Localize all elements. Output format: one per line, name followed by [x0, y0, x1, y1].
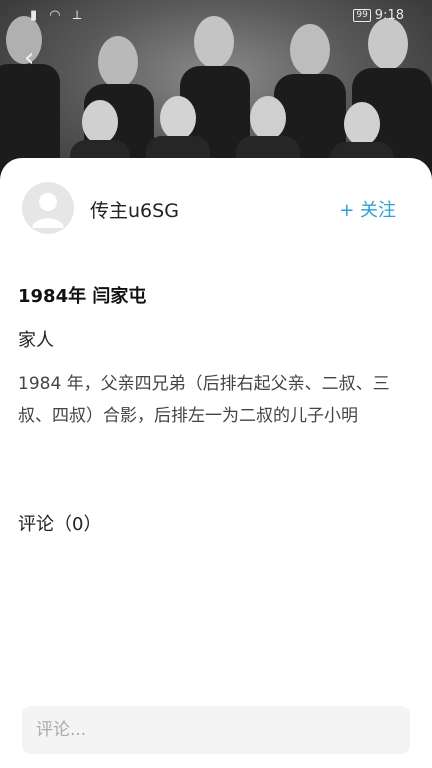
status-icons-right: 99 9:18 — [353, 8, 404, 23]
status-time: 9:18 — [374, 8, 404, 23]
author-avatar[interactable] — [22, 182, 74, 234]
comment-input[interactable] — [22, 706, 410, 754]
default-avatar-icon — [32, 193, 64, 228]
status-bar: ▮ ◠ ⟂ 99 9:18 — [0, 0, 432, 32]
back-button[interactable]: ‹ — [24, 44, 52, 72]
post-card: 传主u6SG + 关注 1984年 闫家屯 家人 1984 年，父亲四兄弟（后排… — [0, 158, 432, 768]
battery-icon: 99 — [353, 9, 371, 22]
post-category: 家人 — [18, 330, 54, 351]
post-description: 1984 年，父亲四兄弟（后排右起父亲、二叔、三叔、四叔）合影，后排左一为二叔的… — [18, 374, 390, 426]
follow-button[interactable]: + 关注 — [339, 196, 396, 222]
status-icons-left: ▮ ◠ ⟂ — [30, 8, 86, 23]
back-chevron-icon: ‹ — [24, 43, 35, 73]
author-name[interactable]: 传主u6SG — [90, 196, 179, 223]
comments-count: 评论（0） — [18, 514, 102, 535]
post-title: 1984年 闫家屯 — [18, 286, 147, 307]
